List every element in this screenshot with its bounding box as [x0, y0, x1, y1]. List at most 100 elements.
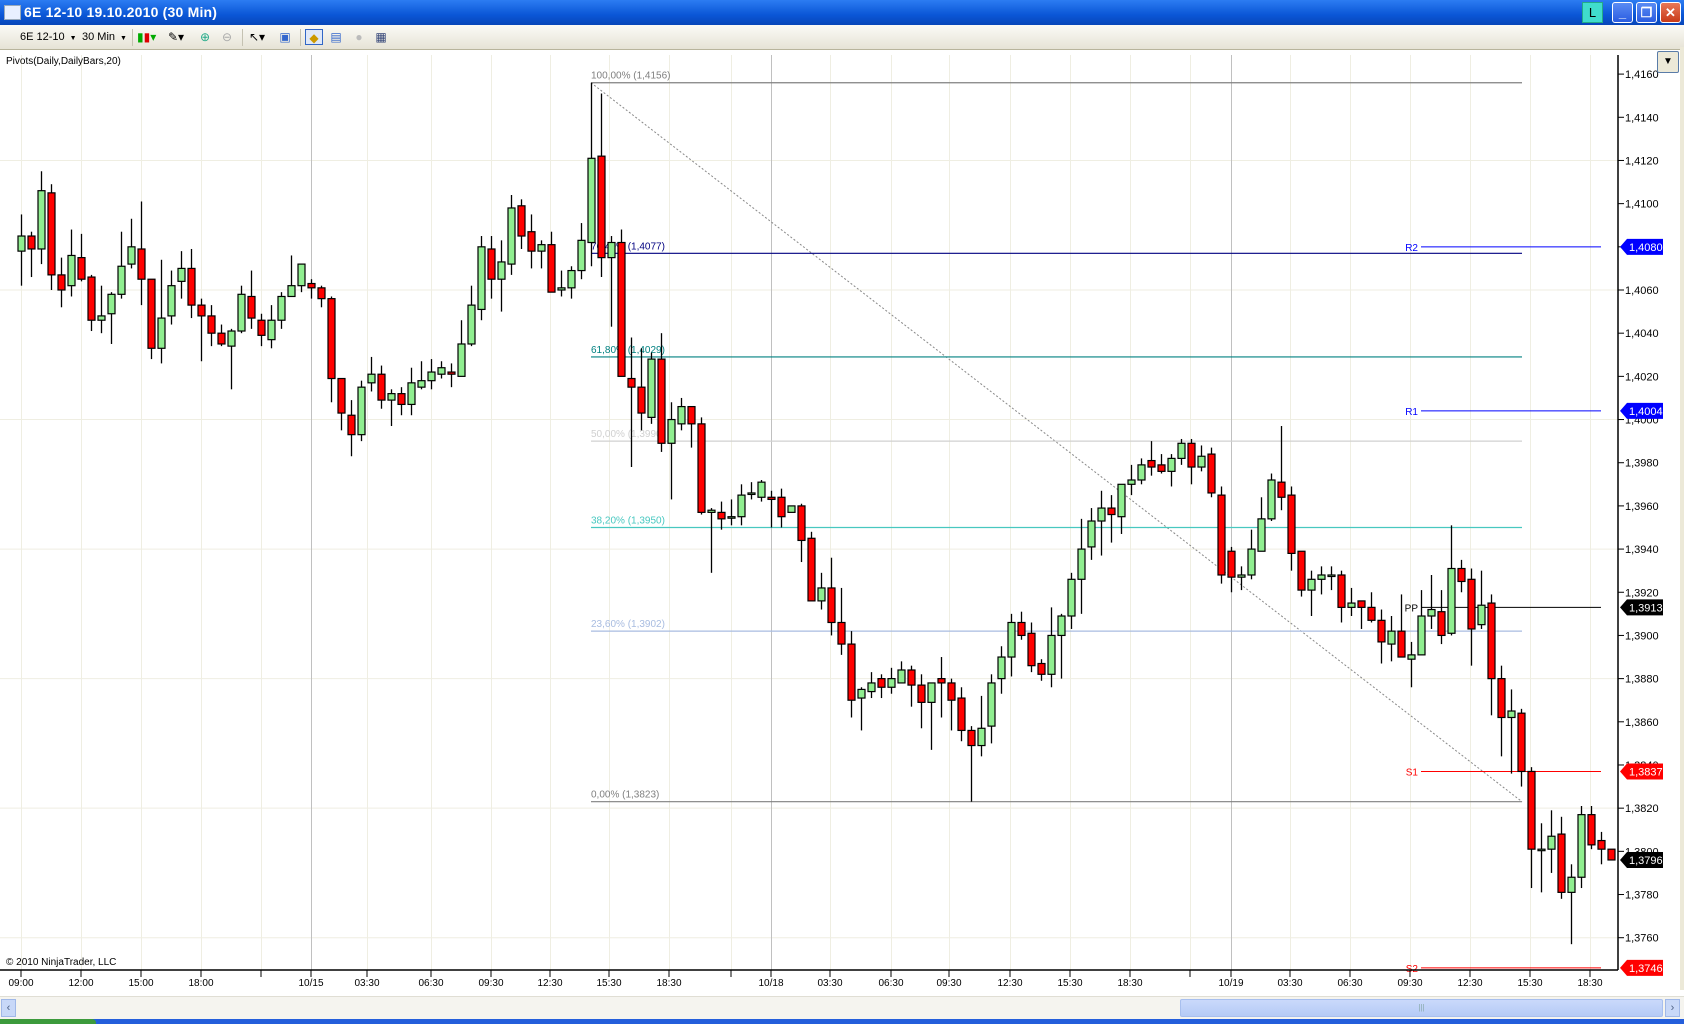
y-tick-label: 1,3980 — [1625, 458, 1659, 470]
candle-down — [687, 405, 696, 425]
candle-up — [407, 382, 416, 406]
strategies-chart-icon[interactable]: ▤ — [327, 29, 345, 45]
candle-down — [317, 287, 326, 300]
candle-up — [1257, 518, 1266, 552]
y-tick-label: 1,4140 — [1625, 112, 1659, 124]
candle-down — [1157, 464, 1166, 472]
candle-up — [727, 516, 736, 519]
taskbar — [0, 1019, 1684, 1024]
candle-up — [1547, 835, 1556, 850]
data-box-icon[interactable]: ▣ — [276, 29, 294, 45]
candle-down — [1207, 453, 1216, 494]
candle-down — [87, 276, 96, 321]
scroll-right-arrow-icon[interactable]: › — [1665, 999, 1680, 1017]
pivot-r2-flag-label: 1,4080 — [1629, 242, 1663, 254]
y-tick-label: 1,3900 — [1625, 630, 1659, 642]
candle-down — [347, 414, 356, 436]
candle-down — [447, 371, 456, 375]
candle-up — [107, 293, 116, 315]
y-tick-label: 1,4120 — [1625, 155, 1659, 167]
pivot-r1-flag-label: 1,4004 — [1629, 406, 1663, 418]
candle-down — [697, 423, 706, 513]
x-tick-label: 12:30 — [537, 978, 562, 989]
x-tick-label: 10/19 — [1218, 978, 1243, 989]
candle-up — [737, 494, 746, 518]
horizontal-scrollbar[interactable]: ‹ ||| › — [0, 996, 1684, 1019]
candle-down — [27, 235, 36, 250]
zoom-out-icon[interactable]: ⊖ — [218, 29, 236, 45]
candle-down — [57, 274, 66, 291]
candle-down — [487, 248, 496, 280]
pivot-label-pp: PP — [1405, 603, 1419, 614]
grid-lines — [0, 55, 1618, 970]
cursor-pointer-icon[interactable]: ↖▾ — [248, 29, 266, 45]
candle-down — [717, 511, 726, 520]
link-badge-button[interactable]: L — [1582, 2, 1603, 23]
close-button[interactable]: ✕ — [1660, 2, 1681, 23]
x-tick-label: 15:30 — [1517, 978, 1542, 989]
properties-table-icon[interactable]: ▦ — [372, 29, 390, 45]
candle-up — [357, 386, 366, 436]
minimize-button[interactable]: _ — [1612, 2, 1633, 23]
dollar-icon[interactable]: ● — [350, 29, 368, 45]
copyright-text: © 2010 NinjaTrader, LLC — [6, 957, 117, 968]
x-tick-label: 18:00 — [188, 978, 213, 989]
candle-up — [567, 269, 576, 289]
candle-up — [857, 688, 866, 699]
candle-up — [1407, 654, 1416, 660]
candle-up — [557, 287, 566, 291]
candle-up — [667, 418, 676, 444]
price-chart[interactable]: 100,00% (1,4156)76,40% (1,4077)61,80% (1… — [0, 47, 1684, 996]
candle-up — [1177, 442, 1186, 460]
indicators-icon[interactable]: ◆ — [305, 29, 323, 45]
start-button[interactable] — [0, 1019, 96, 1024]
x-tick-label: 12:00 — [68, 978, 93, 989]
restore-button[interactable]: ❐ — [1636, 2, 1657, 23]
candle-up — [1007, 621, 1016, 658]
candle-down — [1467, 578, 1476, 630]
candle-up — [37, 190, 46, 250]
zoom-in-icon[interactable]: ⊕ — [196, 29, 214, 45]
y-tick-label: 1,3860 — [1625, 717, 1659, 729]
instrument-selector[interactable]: 6E 12-10 ▼ — [20, 29, 77, 45]
candle-down — [1527, 770, 1536, 850]
y-tick-label: 1,3920 — [1625, 587, 1659, 599]
y-tick-label: 1,3760 — [1625, 933, 1659, 945]
candle-down — [617, 241, 626, 377]
interval-selector[interactable]: 30 Min ▼ — [82, 29, 127, 45]
candle-up — [587, 157, 596, 244]
candle-down — [837, 621, 846, 645]
scroll-left-arrow-icon[interactable]: ‹ — [1, 999, 16, 1017]
candle-up — [17, 235, 26, 252]
candle-down — [217, 332, 226, 345]
candle-down — [517, 205, 526, 237]
chart-menu-dropdown-button[interactable]: ▼ — [1657, 51, 1679, 73]
scrollbar-thumb[interactable]: ||| — [1180, 999, 1663, 1017]
drawing-tool-pencil-icon[interactable]: ✎▾ — [167, 29, 185, 45]
candle-down — [337, 377, 346, 414]
fib-level-label: 23,60% (1,3902) — [591, 619, 665, 630]
chart-style-candlestick-icon[interactable]: ▮▮▾ — [137, 29, 156, 45]
candle-up — [457, 343, 466, 377]
candle-up — [1507, 710, 1516, 719]
candle-down — [187, 267, 196, 306]
fib-level-label: 50,00% (1,3990) — [591, 429, 665, 440]
fib-level-label: 61,80% (1,4029) — [591, 345, 665, 356]
candle-down — [1337, 574, 1346, 608]
candle-up — [1057, 615, 1066, 637]
candle-up — [987, 682, 996, 727]
candle-up — [67, 254, 76, 287]
window-title: 6E 12-10 19.10.2010 (30 Min) — [24, 4, 218, 20]
candle-up — [977, 727, 986, 747]
candle-down — [307, 282, 316, 289]
candle-up — [287, 285, 296, 298]
candle-up — [817, 587, 826, 602]
candle-down — [1487, 602, 1496, 680]
candle-down — [1277, 481, 1286, 498]
candle-down — [1217, 494, 1226, 576]
candle-down — [967, 729, 976, 747]
candle-down — [547, 244, 556, 293]
candle-up — [787, 505, 796, 513]
candle-down — [877, 678, 886, 688]
candle-down — [597, 155, 606, 259]
